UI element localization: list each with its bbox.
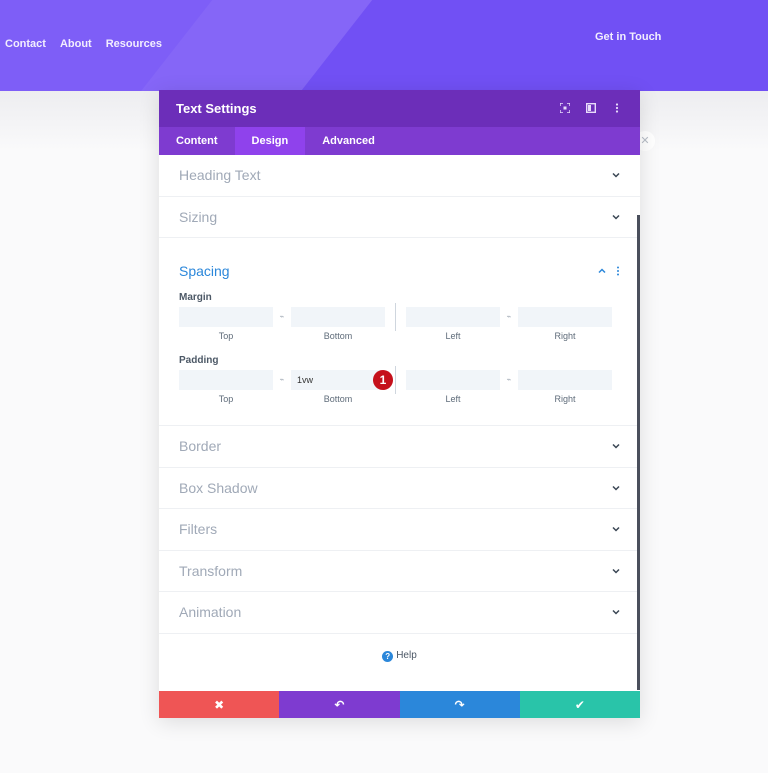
- section-title: Box Shadow: [179, 479, 258, 496]
- section-border[interactable]: Border: [159, 426, 640, 468]
- margin-left-input[interactable]: [406, 307, 500, 327]
- fullscreen-icon[interactable]: [559, 101, 571, 115]
- help-link[interactable]: ? Help: [159, 650, 640, 662]
- divider: [395, 366, 396, 394]
- redo-icon: ↷: [454, 697, 465, 712]
- field-caption: Top: [218, 331, 234, 341]
- kebab-icon[interactable]: [611, 102, 623, 115]
- redo-button[interactable]: ↷: [399, 691, 520, 718]
- checkmark-icon: ✔: [574, 697, 585, 712]
- field-caption: Bottom: [323, 394, 353, 404]
- link-icon[interactable]: ⌁: [500, 370, 518, 390]
- help-label: Help: [396, 650, 417, 661]
- field-caption: Right: [554, 394, 576, 404]
- text-settings-modal: Text Settings Content Design Advanced He…: [159, 90, 640, 718]
- margin-top-input[interactable]: [179, 307, 273, 327]
- section-animation[interactable]: Animation: [159, 592, 640, 634]
- nav-link-contact[interactable]: Contact: [5, 38, 46, 50]
- nav-link-about[interactable]: About: [60, 38, 92, 50]
- hero-banner: Contact About Resources Get in Touch: [0, 0, 768, 91]
- section-filters[interactable]: Filters: [159, 509, 640, 551]
- save-button[interactable]: ✔: [519, 691, 640, 718]
- kebab-icon[interactable]: [616, 266, 620, 276]
- step-badge: 1: [373, 370, 393, 390]
- get-in-touch-link[interactable]: Get in Touch: [595, 31, 661, 43]
- chevron-down-icon: [612, 444, 620, 449]
- help-icon: ?: [382, 651, 394, 662]
- tab-advanced[interactable]: Advanced: [305, 127, 392, 155]
- chevron-down-icon: [612, 173, 620, 178]
- field-caption: Left: [445, 331, 461, 341]
- modal-title: Text Settings: [176, 101, 257, 116]
- padding-left-input[interactable]: [406, 370, 500, 390]
- margin-label: Margin: [179, 292, 212, 303]
- section-title: Border: [179, 438, 222, 455]
- chevron-down-icon: [612, 527, 620, 532]
- tab-design[interactable]: Design: [234, 127, 306, 155]
- padding-fields: Top ⌁ 1vw Bottom Left ⌁ Right 1: [179, 366, 620, 404]
- section-title: Transform: [179, 562, 243, 579]
- section-spacing: Spacing Margin Top ⌁ Bottom Left ⌁ Right…: [159, 238, 640, 426]
- margin-fields: Top ⌁ Bottom Left ⌁ Right: [179, 303, 620, 341]
- margin-bottom-input[interactable]: [291, 307, 385, 327]
- undo-icon: ↶: [334, 697, 345, 712]
- chevron-down-icon: [612, 610, 620, 615]
- section-box-shadow[interactable]: Box Shadow: [159, 468, 640, 509]
- chevron-down-icon: [612, 568, 620, 574]
- padding-right-input[interactable]: [518, 370, 612, 390]
- link-icon[interactable]: ⌁: [273, 307, 291, 327]
- padding-top-input[interactable]: [179, 370, 273, 390]
- section-title: Filters: [179, 521, 218, 538]
- nav-menu: Contact About Resources: [5, 38, 162, 50]
- field-caption: Bottom: [323, 331, 353, 341]
- link-icon[interactable]: ⌁: [273, 370, 291, 390]
- scrollbar[interactable]: [637, 215, 640, 690]
- spacing-header[interactable]: Spacing: [179, 238, 620, 292]
- sidebar-icon[interactable]: [585, 102, 597, 115]
- section-transform[interactable]: Transform: [159, 551, 640, 592]
- undo-button[interactable]: ↶: [279, 691, 400, 718]
- margin-right-input[interactable]: [518, 307, 612, 327]
- field-caption: Right: [554, 331, 576, 341]
- modal-footer: ✖ ↶ ↷ ✔: [159, 691, 640, 718]
- chevron-down-icon: [612, 485, 620, 491]
- close-icon: ✖: [214, 697, 225, 712]
- field-caption: Top: [218, 394, 234, 404]
- padding-bottom-input[interactable]: 1vw: [291, 370, 385, 390]
- chevron-down-icon: [612, 214, 620, 220]
- link-icon[interactable]: ⌁: [500, 307, 518, 327]
- section-heading-text[interactable]: Heading Text: [159, 155, 640, 197]
- section-title: Spacing: [179, 263, 230, 279]
- section-sizing[interactable]: Sizing: [159, 197, 640, 238]
- nav-link-resources[interactable]: Resources: [106, 38, 162, 50]
- chevron-up-icon: [598, 268, 606, 274]
- section-title: Animation: [179, 604, 242, 621]
- tab-content[interactable]: Content: [159, 127, 235, 155]
- divider: [395, 303, 396, 331]
- section-title: Sizing: [179, 208, 218, 225]
- tab-bar: Content Design Advanced: [159, 127, 640, 155]
- modal-header: Text Settings: [159, 90, 640, 127]
- discard-button[interactable]: ✖: [159, 691, 280, 718]
- section-title: Heading Text: [179, 167, 261, 184]
- padding-label: Padding: [179, 355, 219, 366]
- field-caption: Left: [445, 394, 461, 404]
